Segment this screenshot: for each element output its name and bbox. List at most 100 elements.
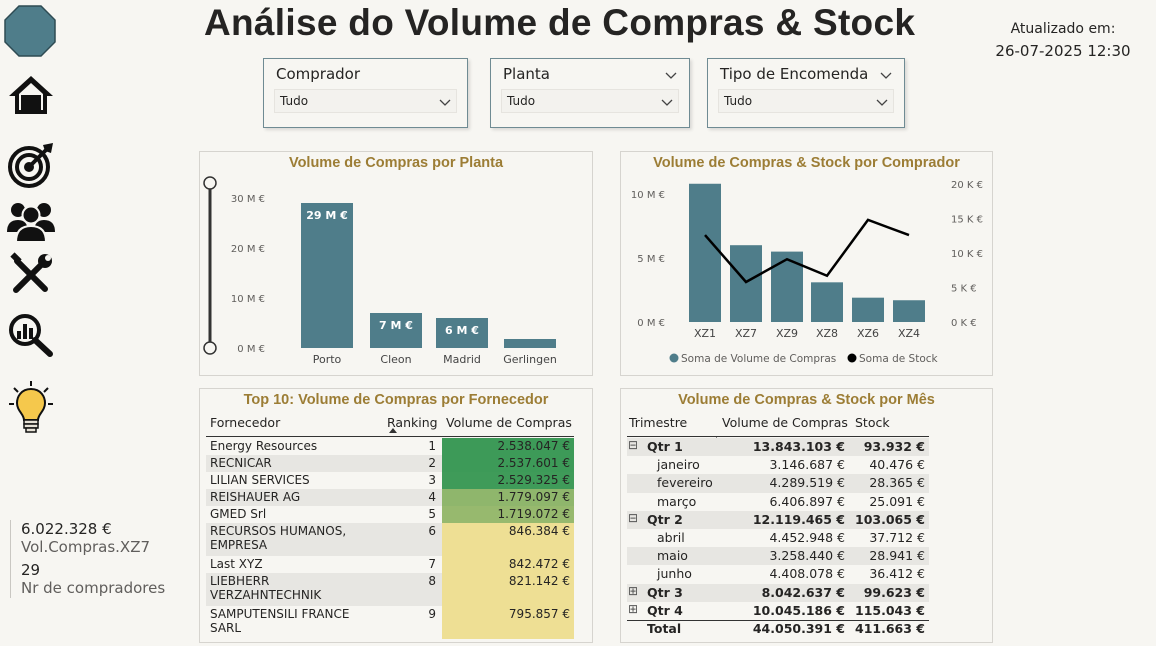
legend-label-compras: Soma de Volume de Compras bbox=[681, 353, 836, 365]
table-title: Volume de Compras & Stock por Mês bbox=[678, 392, 935, 408]
matrix-row[interactable]: ⊟ Qtr 1 13.843.103 € 93.932 € bbox=[627, 438, 929, 457]
dropdown-value: Tudo bbox=[280, 94, 309, 108]
combo-chart-comprador: 10 M € 5 M € 0 M € 20 K € 15 K € 10 K € 5 K € 0… bbox=[631, 180, 983, 365]
table-row[interactable]: SAMPUTENSILI FRANCE SARL 9 795.857 € bbox=[206, 606, 574, 639]
users-icon[interactable] bbox=[6, 198, 56, 244]
supplier-name: LIEBHERR VERZAHNTECHNIK bbox=[210, 574, 322, 602]
stock-value: 25.091 € bbox=[869, 493, 925, 509]
bar-gerlingen bbox=[504, 339, 556, 348]
volume-value: 3.146.687 € bbox=[769, 457, 845, 473]
volume-value: 44.050.391 € bbox=[752, 621, 845, 636]
volume-value: 1.779.097 € bbox=[497, 490, 570, 504]
supplier-name: SAMPUTENSILI FRANCE SARL bbox=[210, 607, 350, 635]
matrix-row[interactable]: ⊟ Qtr 2 12.119.465 € 103.065 € bbox=[627, 510, 929, 529]
stock-value: 28.365 € bbox=[869, 475, 925, 491]
row-label: janeiro bbox=[657, 457, 700, 473]
column-header-volume[interactable]: Volume de Compras bbox=[446, 415, 572, 430]
volume-value: 13.843.103 € bbox=[752, 439, 845, 454]
x-tick-label: XZ4 bbox=[898, 327, 920, 340]
ranking-value: 4 bbox=[428, 490, 436, 504]
sort-ascending-icon bbox=[389, 428, 397, 433]
x-tick-label: XZ6 bbox=[857, 327, 879, 340]
table-row[interactable]: Energy Resources 1 2.538.047 € bbox=[206, 438, 574, 455]
column-header-stock[interactable]: Stock bbox=[855, 415, 890, 430]
matrix-row[interactable]: junho 4.408.078 € 36.412 € bbox=[627, 565, 929, 584]
comprador-dropdown[interactable]: Tudo bbox=[274, 89, 457, 113]
table-panel-top10: Top 10: Volume de Compras por Fornecedor… bbox=[199, 388, 593, 643]
table-row[interactable]: RECURSOS HUMANOS, EMPRESA 6 846.384 € bbox=[206, 523, 574, 556]
stock-value: 115.043 € bbox=[855, 602, 925, 618]
monthly-matrix: Trimestre Volume de Compras Stock ⊟ Qtr 1 13.… bbox=[627, 413, 987, 639]
expand-icon[interactable]: ⊞ bbox=[628, 602, 638, 616]
slicer-title: Tipo de Encomenda bbox=[720, 65, 869, 83]
dropdown-value: Tudo bbox=[507, 94, 536, 108]
y-tick-label-right: 0 K € bbox=[951, 318, 977, 329]
legend-marker-compras bbox=[669, 353, 679, 363]
kpi-value-nr-compradores: 29 bbox=[21, 561, 41, 579]
target-icon[interactable] bbox=[6, 142, 56, 188]
row-label: Total bbox=[647, 621, 682, 636]
y-tick-label: 20 M € bbox=[231, 244, 265, 255]
data-label: 7 M € bbox=[379, 319, 413, 332]
volume-value: 842.472 € bbox=[508, 557, 570, 571]
expand-icon[interactable]: ⊞ bbox=[628, 584, 638, 598]
row-label: maio bbox=[657, 548, 688, 564]
column-header-fornecedor[interactable]: Fornecedor bbox=[210, 415, 280, 430]
range-slider-handle-bottom[interactable] bbox=[203, 341, 217, 355]
matrix-row[interactable]: maio 3.258.440 € 28.941 € bbox=[627, 547, 929, 566]
volume-value: 2.537.601 € bbox=[497, 456, 570, 470]
range-slider-handle-top[interactable] bbox=[203, 176, 217, 190]
x-tick-label: Cleon bbox=[380, 353, 411, 366]
slicer-title: Planta bbox=[503, 65, 550, 83]
table-row[interactable]: RECNICAR 2 2.537.601 € bbox=[206, 455, 574, 472]
supplier-name: REISHAUER AG bbox=[210, 490, 301, 504]
total-row[interactable]: Total 44.050.391 € 411.663 € bbox=[627, 620, 929, 639]
bar-porto bbox=[301, 203, 353, 348]
chevron-down-icon[interactable] bbox=[880, 65, 892, 84]
table-row[interactable]: LILIAN SERVICES 3 2.529.325 € bbox=[206, 472, 574, 489]
chart-panel-planta: Volume de Compras por Planta 30 M €20 M … bbox=[199, 151, 593, 376]
chevron-down-icon[interactable] bbox=[665, 65, 677, 84]
tipo-encomenda-dropdown[interactable]: Tudo bbox=[718, 89, 894, 113]
data-label: 29 M € bbox=[306, 209, 348, 222]
updated-timestamp: 26-07-2025 12:30 bbox=[995, 42, 1131, 60]
matrix-row[interactable]: ⊞ Qtr 3 8.042.637 € 99.623 € bbox=[627, 583, 929, 602]
column-header-trimestre[interactable]: Trimestre bbox=[629, 415, 687, 430]
matrix-row[interactable]: abril 4.452.948 € 37.712 € bbox=[627, 529, 929, 548]
tools-icon[interactable] bbox=[6, 252, 56, 298]
total-divider bbox=[627, 620, 929, 621]
y-tick-label-right: 10 K € bbox=[951, 249, 983, 260]
table-row[interactable]: LIEBHERR VERZAHNTECHNIK 8 821.142 € bbox=[206, 573, 574, 606]
volume-value: 2.538.047 € bbox=[497, 439, 570, 453]
matrix-row[interactable]: março 6.406.897 € 25.091 € bbox=[627, 492, 929, 511]
matrix-row[interactable]: fevereiro 4.289.519 € 28.365 € bbox=[627, 474, 929, 493]
planta-dropdown[interactable]: Tudo bbox=[501, 89, 679, 113]
volume-value: 1.719.072 € bbox=[497, 507, 570, 521]
home-icon[interactable] bbox=[6, 72, 56, 118]
volume-value: 821.142 € bbox=[508, 574, 570, 588]
matrix-row[interactable]: janeiro 3.146.687 € 40.476 € bbox=[627, 456, 929, 475]
y-tick-label: 0 M € bbox=[237, 344, 265, 355]
table-row[interactable]: GMED Srl 5 1.719.072 € bbox=[206, 506, 574, 523]
supplier-name: Energy Resources bbox=[210, 439, 318, 453]
table-row[interactable]: REISHAUER AG 4 1.779.097 € bbox=[206, 489, 574, 506]
table-row[interactable]: Last XYZ 7 842.472 € bbox=[206, 556, 574, 573]
lightbulb-icon[interactable] bbox=[6, 380, 56, 436]
y-tick-label-left: 5 M € bbox=[637, 254, 665, 265]
collapse-icon[interactable]: ⊟ bbox=[628, 438, 638, 452]
ranking-value: 1 bbox=[428, 439, 436, 453]
analytics-icon[interactable] bbox=[6, 312, 56, 358]
kpi-label-nr-compradores: Nr de compradores bbox=[21, 579, 166, 597]
matrix-row[interactable]: ⊞ Qtr 4 10.045.186 € 115.043 € bbox=[627, 601, 929, 620]
collapse-icon[interactable]: ⊟ bbox=[628, 511, 638, 525]
y-tick-label-left: 10 M € bbox=[631, 190, 665, 201]
header-divider bbox=[627, 436, 929, 437]
chevron-down-icon bbox=[439, 96, 451, 110]
bar-xz1 bbox=[689, 183, 721, 322]
stock-value: 411.663 € bbox=[855, 621, 925, 636]
volume-value: 4.408.078 € bbox=[769, 566, 845, 582]
x-tick-label: Porto bbox=[313, 353, 342, 366]
column-header-volume[interactable]: Volume de Compras bbox=[722, 415, 848, 430]
bar-xz9 bbox=[771, 251, 803, 322]
bar-xz6 bbox=[852, 297, 884, 322]
